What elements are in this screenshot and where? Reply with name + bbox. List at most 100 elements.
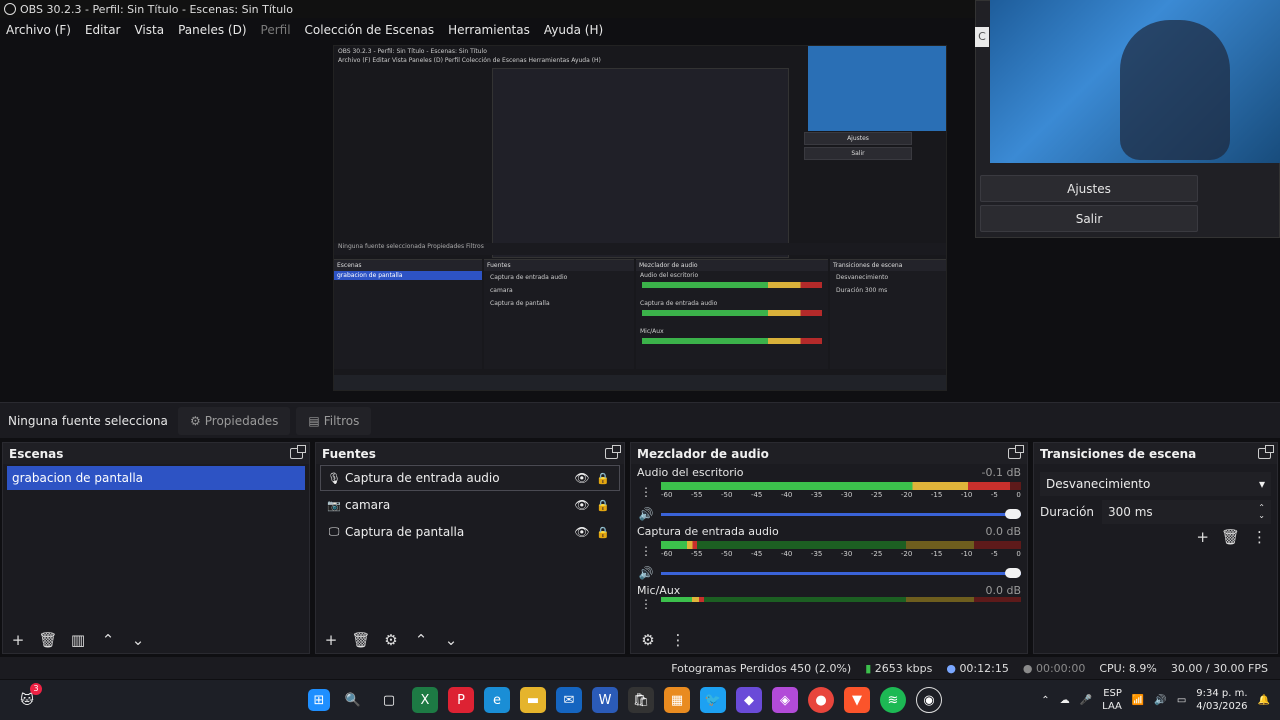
wifi-icon[interactable]: 📶 <box>1132 695 1144 706</box>
lock-icon[interactable]: 🔒 <box>593 526 613 539</box>
word-icon[interactable]: W <box>592 687 618 713</box>
meter-tick: -15 <box>930 550 943 558</box>
channel-name: Audio del escritorio <box>637 466 744 479</box>
kebab-menu-icon[interactable]: ⋮ <box>637 544 655 558</box>
menu-vista[interactable]: Vista <box>134 23 164 37</box>
trash-icon[interactable]: 🗑 <box>1221 528 1240 546</box>
sources-header: Fuentes <box>316 443 624 464</box>
menu-perfil[interactable]: Perfil <box>261 23 291 37</box>
transition-select[interactable]: Desvanecimiento ▾ <box>1040 472 1271 496</box>
volume-icon[interactable]: 🔊 <box>1154 695 1166 706</box>
transition-selected: Desvanecimiento <box>1046 477 1151 491</box>
chevron-up-icon[interactable]: ⌃ <box>410 631 432 649</box>
sources-title: Fuentes <box>322 446 376 461</box>
spin-arrows-icon[interactable]: ⌃ ⌄ <box>1258 504 1265 520</box>
channel-db: 0.0 dB <box>985 584 1021 597</box>
chevron-up-icon[interactable]: ⌃ <box>1041 695 1049 706</box>
trash-icon[interactable]: 🗑 <box>350 631 372 649</box>
scene-item[interactable]: grabacion de pantalla <box>7 466 305 490</box>
add-icon[interactable]: + <box>1196 528 1209 546</box>
copilot-app-icon[interactable]: ◈ <box>772 687 798 713</box>
meter-tick: -55 <box>690 491 703 499</box>
filters-label: Filtros <box>323 413 360 428</box>
eye-icon[interactable]: 👁 <box>571 471 593 485</box>
menu-ayuda[interactable]: Ayuda (H) <box>544 23 603 37</box>
source-item[interactable]: 📷 camara 👁 🔒 <box>320 492 620 518</box>
meter-tick: -10 <box>960 550 973 558</box>
filter-icon[interactable]: ▥ <box>67 631 89 649</box>
twitter-icon[interactable]: 🐦 <box>700 687 726 713</box>
store-icon[interactable]: 🛍 <box>628 687 654 713</box>
battery-icon[interactable]: ▭ <box>1177 695 1186 706</box>
lock-icon[interactable]: 🔒 <box>593 499 613 512</box>
menu-paneles[interactable]: Paneles (D) <box>178 23 246 37</box>
obs-taskbar-icon[interactable]: ◉ <box>916 687 942 713</box>
kebab-menu-icon[interactable]: ⋮ <box>667 631 689 649</box>
speaker-icon[interactable]: 🔊 <box>637 566 655 580</box>
clock[interactable]: 9:34 p. m. 4/03/2026 <box>1196 687 1247 713</box>
volume-slider[interactable] <box>661 567 1021 578</box>
task-view-icon[interactable]: ▢ <box>376 687 402 713</box>
properties-button[interactable]: ⚙ Propiedades <box>178 406 291 435</box>
start-icon[interactable]: ⊞ <box>308 689 330 711</box>
stream-time: ● 00:00:00 <box>1023 662 1086 675</box>
kebab-menu-icon[interactable]: ⋮ <box>637 485 655 499</box>
mic-icon[interactable]: 🎤 <box>1080 695 1092 706</box>
source-item[interactable]: 🖵 Captura de pantalla 👁 🔒 <box>320 519 620 545</box>
duration-spinbox[interactable]: 300 ms ⌃ ⌄ <box>1102 500 1271 524</box>
transitions-dock: Transiciones de escena Desvanecimiento ▾… <box>1033 442 1278 654</box>
kebab-menu-icon[interactable]: ⋮ <box>637 597 655 611</box>
eye-icon[interactable]: 👁 <box>571 525 593 539</box>
filters-button[interactable]: ▤ Filtros <box>296 406 372 435</box>
eye-icon[interactable]: 👁 <box>571 498 593 512</box>
kebab-menu-icon[interactable]: ⋮ <box>1252 528 1267 546</box>
nested-mixer-2: Captura de entrada audio <box>640 300 718 307</box>
copilot-icon[interactable]: ◆ <box>736 687 762 713</box>
app-icon[interactable]: ▦ <box>664 687 690 713</box>
volume-slider[interactable] <box>661 508 1021 519</box>
search-icon[interactable]: 🔍 <box>340 687 366 713</box>
menu-editar[interactable]: Editar <box>85 23 121 37</box>
salir-button[interactable]: Salir <box>980 205 1198 232</box>
gear-icon[interactable]: ⚙ <box>380 631 402 649</box>
language-indicator[interactable]: ESP LAA <box>1102 687 1122 713</box>
widgets-icon[interactable]: 🐱 3 <box>14 683 42 713</box>
outlook-icon[interactable]: ✉ <box>556 687 582 713</box>
folder-icon[interactable]: ▬ <box>520 687 546 713</box>
undock-icon[interactable] <box>1258 445 1274 459</box>
ajustes-button[interactable]: Ajustes <box>980 175 1198 202</box>
menu-coleccion[interactable]: Colección de Escenas <box>305 23 435 37</box>
spotify-icon[interactable]: ≋ <box>880 687 906 713</box>
menu-archivo[interactable]: Archivo (F) <box>6 23 71 37</box>
source-item[interactable]: 🎙 Captura de entrada audio 👁 🔒 <box>320 465 620 491</box>
brave-icon[interactable]: ▼ <box>844 687 870 713</box>
nested-transitions: Transiciones de escena Desvanecimiento D… <box>830 259 946 369</box>
bitrate-value: 2653 kbps <box>874 661 933 675</box>
cloud-icon[interactable]: ☁ <box>1060 695 1070 706</box>
record-time: ● 00:12:15 <box>946 662 1009 675</box>
add-icon[interactable]: + <box>320 631 342 649</box>
chevron-up-icon[interactable]: ⌃ <box>97 631 119 649</box>
chevron-down-icon[interactable]: ⌄ <box>127 631 149 649</box>
undock-icon[interactable] <box>605 445 621 459</box>
undock-icon[interactable] <box>290 445 306 459</box>
duration-label: Duración <box>1040 505 1095 519</box>
pdf-icon[interactable]: P <box>448 687 474 713</box>
meter-tick: -55 <box>690 550 703 558</box>
excel-icon[interactable]: X <box>412 687 438 713</box>
edge-icon[interactable]: e <box>484 687 510 713</box>
chrome-icon[interactable]: ● <box>808 687 834 713</box>
menu-herramientas[interactable]: Herramientas <box>448 23 530 37</box>
gear-icon[interactable]: ⚙ <box>637 631 659 649</box>
nested-mixer-3: Mic/Aux <box>640 328 664 335</box>
meter-tick: -10 <box>960 491 973 499</box>
notifications-icon[interactable]: 🔔 <box>1258 695 1270 706</box>
add-icon[interactable]: + <box>7 631 29 649</box>
undock-icon[interactable] <box>1008 445 1024 459</box>
speaker-icon[interactable]: 🔊 <box>637 507 655 521</box>
duration-row: Duración 300 ms ⌃ ⌄ <box>1040 500 1271 524</box>
lock-icon[interactable]: 🔒 <box>593 472 613 485</box>
trash-icon[interactable]: 🗑 <box>37 631 59 649</box>
nested-strip: Ninguna fuente seleccionada Propiedades … <box>334 243 946 255</box>
chevron-down-icon[interactable]: ⌄ <box>440 631 462 649</box>
